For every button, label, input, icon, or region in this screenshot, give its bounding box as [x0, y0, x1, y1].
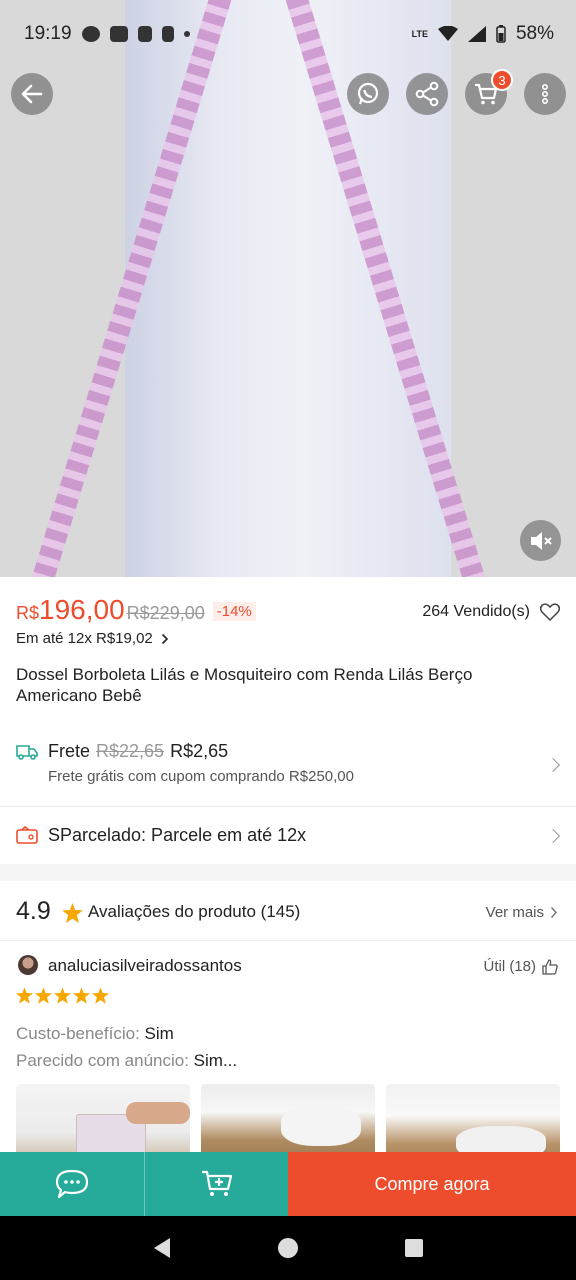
whatsapp-share-button[interactable] [347, 73, 389, 115]
heart-icon[interactable] [540, 603, 560, 621]
ratings-title: Avaliações do produto (145) [88, 902, 301, 921]
product-title: Dossel Borboleta Lilás e Mosquiteiro com… [16, 665, 473, 705]
wifi-icon [437, 26, 458, 41]
chevron-right-icon [545, 828, 561, 844]
cart-button[interactable]: 3 [465, 69, 513, 115]
review-stars [16, 987, 109, 1004]
mute-button[interactable] [520, 520, 561, 561]
price-currency: R$ [16, 603, 40, 623]
chevron-right-icon [161, 633, 168, 644]
current-price: 196,00 [39, 594, 125, 625]
share-icon [415, 81, 439, 107]
back-button[interactable] [11, 73, 53, 115]
more-options-button[interactable] [524, 73, 566, 115]
star-icon [92, 987, 109, 1004]
buy-now-button[interactable]: Compre agora [288, 1152, 576, 1216]
whatsapp-icon [357, 82, 379, 105]
volume-muted-icon [530, 531, 552, 550]
more-vertical-icon [542, 83, 549, 104]
cart-count-badge: 3 [491, 69, 513, 91]
attribute-value: Sim... [193, 1051, 238, 1070]
sparcelado-label: SParcelado: Parcele em até 12x [48, 825, 307, 845]
star-icon [54, 987, 71, 1004]
sold-count: 264 Vendido(s) [422, 603, 530, 620]
shipping-current-price: R$2,65 [170, 741, 229, 761]
sold-count-row: 264 Vendido(s) [422, 603, 560, 621]
nav-home-icon[interactable] [277, 1237, 299, 1259]
installment-card-icon [16, 826, 38, 844]
attribute-value: Sim [144, 1024, 174, 1043]
installments-text: Em até 12x R$19,02 [16, 630, 153, 647]
truck-icon [16, 745, 38, 760]
avatar [18, 955, 38, 975]
chevron-right-icon [550, 906, 558, 919]
canopy-photo [125, 0, 451, 577]
review-attribute-value: Custo-benefício: Sim [16, 1024, 174, 1044]
nav-back-icon[interactable] [152, 1237, 172, 1259]
star-icon [62, 903, 83, 923]
star-icon [35, 987, 52, 1004]
battery-icon [496, 25, 506, 43]
chat-notification-icon [81, 26, 100, 42]
more-notifications-icon [183, 31, 190, 37]
star-icon [73, 987, 90, 1004]
see-more-link[interactable]: Ver mais [486, 904, 558, 921]
attribute-label: Custo-benefício: [16, 1024, 140, 1043]
review-attribute-similarity: Parecido com anúncio: Sim... [16, 1051, 237, 1071]
chat-bubble-icon [55, 1169, 89, 1199]
system-navigation-bar [0, 1216, 576, 1280]
attribute-label: Parecido com anúncio: [16, 1051, 189, 1070]
free-shipping-note: Frete grátis com cupom comprando R$250,0… [48, 768, 354, 785]
share-button[interactable] [406, 73, 448, 115]
product-page: 19:19 LTE 58% 3 R$ 196,00 R$229,00 -14% … [0, 0, 576, 1280]
thumbs-up-icon [542, 958, 558, 975]
see-more-label: Ver mais [485, 904, 544, 921]
helpful-button[interactable]: Útil (18) [483, 958, 558, 975]
shipping-old-price: R$22,65 [96, 741, 165, 761]
price-row: R$ 196,00 R$229,00 -14% [16, 594, 256, 626]
arrow-left-icon [21, 84, 43, 104]
battery-level: 58% [515, 23, 554, 44]
status-time: 19:19 [24, 23, 72, 44]
network-type: LTE [411, 28, 428, 39]
add-to-cart-icon [201, 1170, 232, 1196]
chevron-right-icon [545, 757, 561, 773]
app-notification-icon-2 [161, 26, 174, 42]
discount-badge: -14% [212, 602, 256, 621]
product-image[interactable]: 19:19 LTE 58% 3 [0, 0, 576, 577]
original-price: R$229,00 [126, 603, 205, 623]
app-notification-icon [137, 26, 152, 42]
star-icon [16, 987, 33, 1004]
bottom-action-bar: Compre agora [0, 1152, 576, 1216]
chat-button[interactable] [0, 1152, 144, 1216]
shipping-label: Frete [48, 741, 91, 761]
reviewer-name: analuciasilveiradossantos [48, 956, 242, 975]
installments-link[interactable]: Em até 12x R$19,02 [16, 630, 169, 647]
signal-icon [467, 26, 486, 42]
rating-score: 4.9 [16, 897, 51, 925]
divider [0, 940, 576, 941]
shipping-price: Frete R$22,65 R$2,65 [48, 741, 228, 762]
add-to-cart-button[interactable] [144, 1152, 288, 1216]
nav-recents-icon[interactable] [404, 1238, 424, 1258]
youtube-notification-icon [109, 26, 128, 42]
helpful-count: Útil (18) [483, 958, 536, 975]
status-bar: 19:19 LTE 58% [0, 0, 576, 68]
